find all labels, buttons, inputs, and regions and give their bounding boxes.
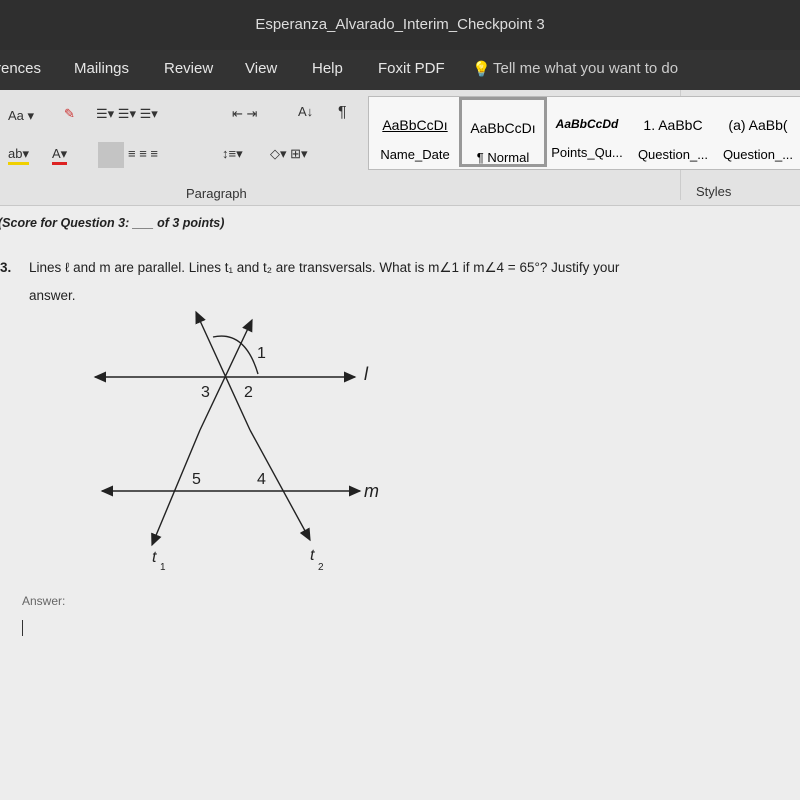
line-label-m: m (364, 481, 379, 501)
angle-label-1: 1 (257, 345, 266, 362)
angle-label-5: 5 (192, 471, 201, 488)
line-label-t1: t (152, 549, 157, 566)
line-label-l: l (364, 364, 369, 384)
line-label-t2: t (310, 547, 315, 564)
line-label-t1-sub: 1 (160, 562, 166, 573)
angle-label-2: 2 (244, 384, 253, 401)
angle-label-3: 3 (201, 384, 210, 401)
angle-label-4: 4 (257, 471, 266, 488)
transversal-diagram: 1 2 3 4 5 l m t 1 t 2 (93, 310, 379, 573)
line-t2 (195, 310, 251, 431)
line-label-t2-sub: 2 (318, 562, 324, 573)
